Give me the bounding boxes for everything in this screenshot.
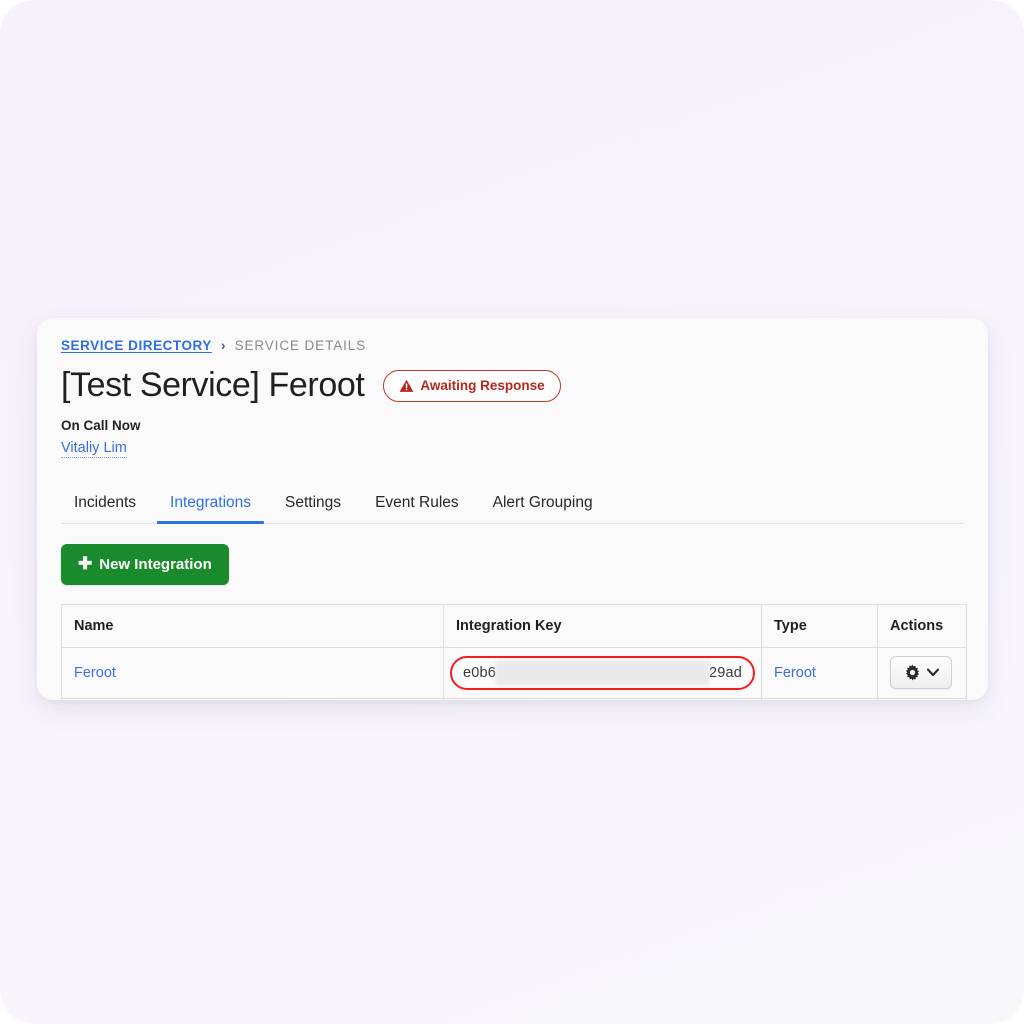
- tab-settings-label: Settings: [285, 493, 342, 511]
- breadcrumb: SERVICE DIRECTORY › SERVICE DETAILS: [61, 336, 964, 354]
- table-header-row: Name Integration Key Type Actions: [61, 603, 967, 648]
- on-call-person-link[interactable]: Vitaliy Lim: [61, 440, 127, 458]
- tab-event-rules[interactable]: Event Rules: [358, 488, 476, 523]
- cell-type: [761, 697, 878, 700]
- card-content: SERVICE DIRECTORY › SERVICE DETAILS [Tes…: [37, 318, 988, 700]
- cell-name: [61, 697, 444, 700]
- service-details-card: SERVICE DIRECTORY › SERVICE DETAILS [Tes…: [37, 318, 988, 700]
- chevron-down-icon: [926, 668, 939, 677]
- tab-incidents[interactable]: Incidents: [61, 488, 153, 523]
- on-call-now-label: On Call Now: [61, 417, 141, 433]
- tab-integrations-label: Integrations: [170, 493, 252, 511]
- cell-integration-key: [443, 697, 762, 700]
- row-actions-button[interactable]: [890, 656, 952, 690]
- warning-triangle-icon: [399, 379, 414, 393]
- column-header-type: Type: [761, 603, 878, 648]
- cell-actions: [877, 697, 967, 700]
- cell-name: Feroot: [61, 646, 444, 699]
- integrations-table: Name Integration Key Type Actions Feroot: [61, 603, 967, 700]
- new-integration-button[interactable]: ✚ New Integration: [61, 543, 229, 585]
- breadcrumb-chevron-icon: ›: [220, 337, 226, 353]
- table-row: Feroot e0b6 29ad Feroot: [61, 646, 967, 699]
- cell-integration-key: e0b6 29ad: [443, 646, 762, 699]
- integrations-table-wrap: Name Integration Key Type Actions Feroot: [61, 603, 967, 700]
- table-row: [61, 697, 967, 700]
- cell-type: Feroot: [761, 646, 878, 699]
- column-header-integration-key: Integration Key: [443, 603, 762, 648]
- integration-type-link[interactable]: Feroot: [774, 665, 816, 681]
- page-title: [Test Service] Feroot: [61, 366, 365, 404]
- integration-name-link[interactable]: Feroot: [74, 665, 116, 681]
- breadcrumb-service-directory-link[interactable]: SERVICE DIRECTORY: [61, 338, 212, 353]
- integration-key-redacted-region: [496, 660, 709, 685]
- screenshot-root: SERVICE DIRECTORY › SERVICE DETAILS [Tes…: [0, 0, 1024, 1024]
- integration-key-suffix: 29ad: [708, 664, 742, 681]
- tab-alert-grouping-label: Alert Grouping: [492, 493, 593, 511]
- tab-incidents-label: Incidents: [74, 493, 137, 511]
- tab-integrations[interactable]: Integrations: [153, 488, 268, 525]
- cell-actions: [877, 646, 967, 699]
- integration-key-highlight-box[interactable]: e0b6 29ad: [450, 655, 755, 690]
- column-header-name: Name: [61, 603, 444, 648]
- gear-icon: [904, 664, 921, 681]
- column-header-actions: Actions: [877, 603, 967, 648]
- status-badge-label: Awaiting Response: [420, 378, 545, 394]
- title-row: [Test Service] Feroot Awaiting Response: [61, 366, 964, 404]
- tab-alert-grouping[interactable]: Alert Grouping: [476, 488, 610, 523]
- new-integration-label: New Integration: [99, 555, 212, 573]
- status-badge: Awaiting Response: [383, 369, 561, 402]
- integration-key-prefix: e0b6: [463, 664, 497, 681]
- tab-event-rules-label: Event Rules: [375, 493, 459, 511]
- tab-bar: Incidents Integrations Settings Event Ru…: [61, 488, 964, 525]
- breadcrumb-current: SERVICE DETAILS: [234, 337, 367, 353]
- plus-icon: ✚: [78, 554, 93, 574]
- tab-settings[interactable]: Settings: [268, 488, 358, 523]
